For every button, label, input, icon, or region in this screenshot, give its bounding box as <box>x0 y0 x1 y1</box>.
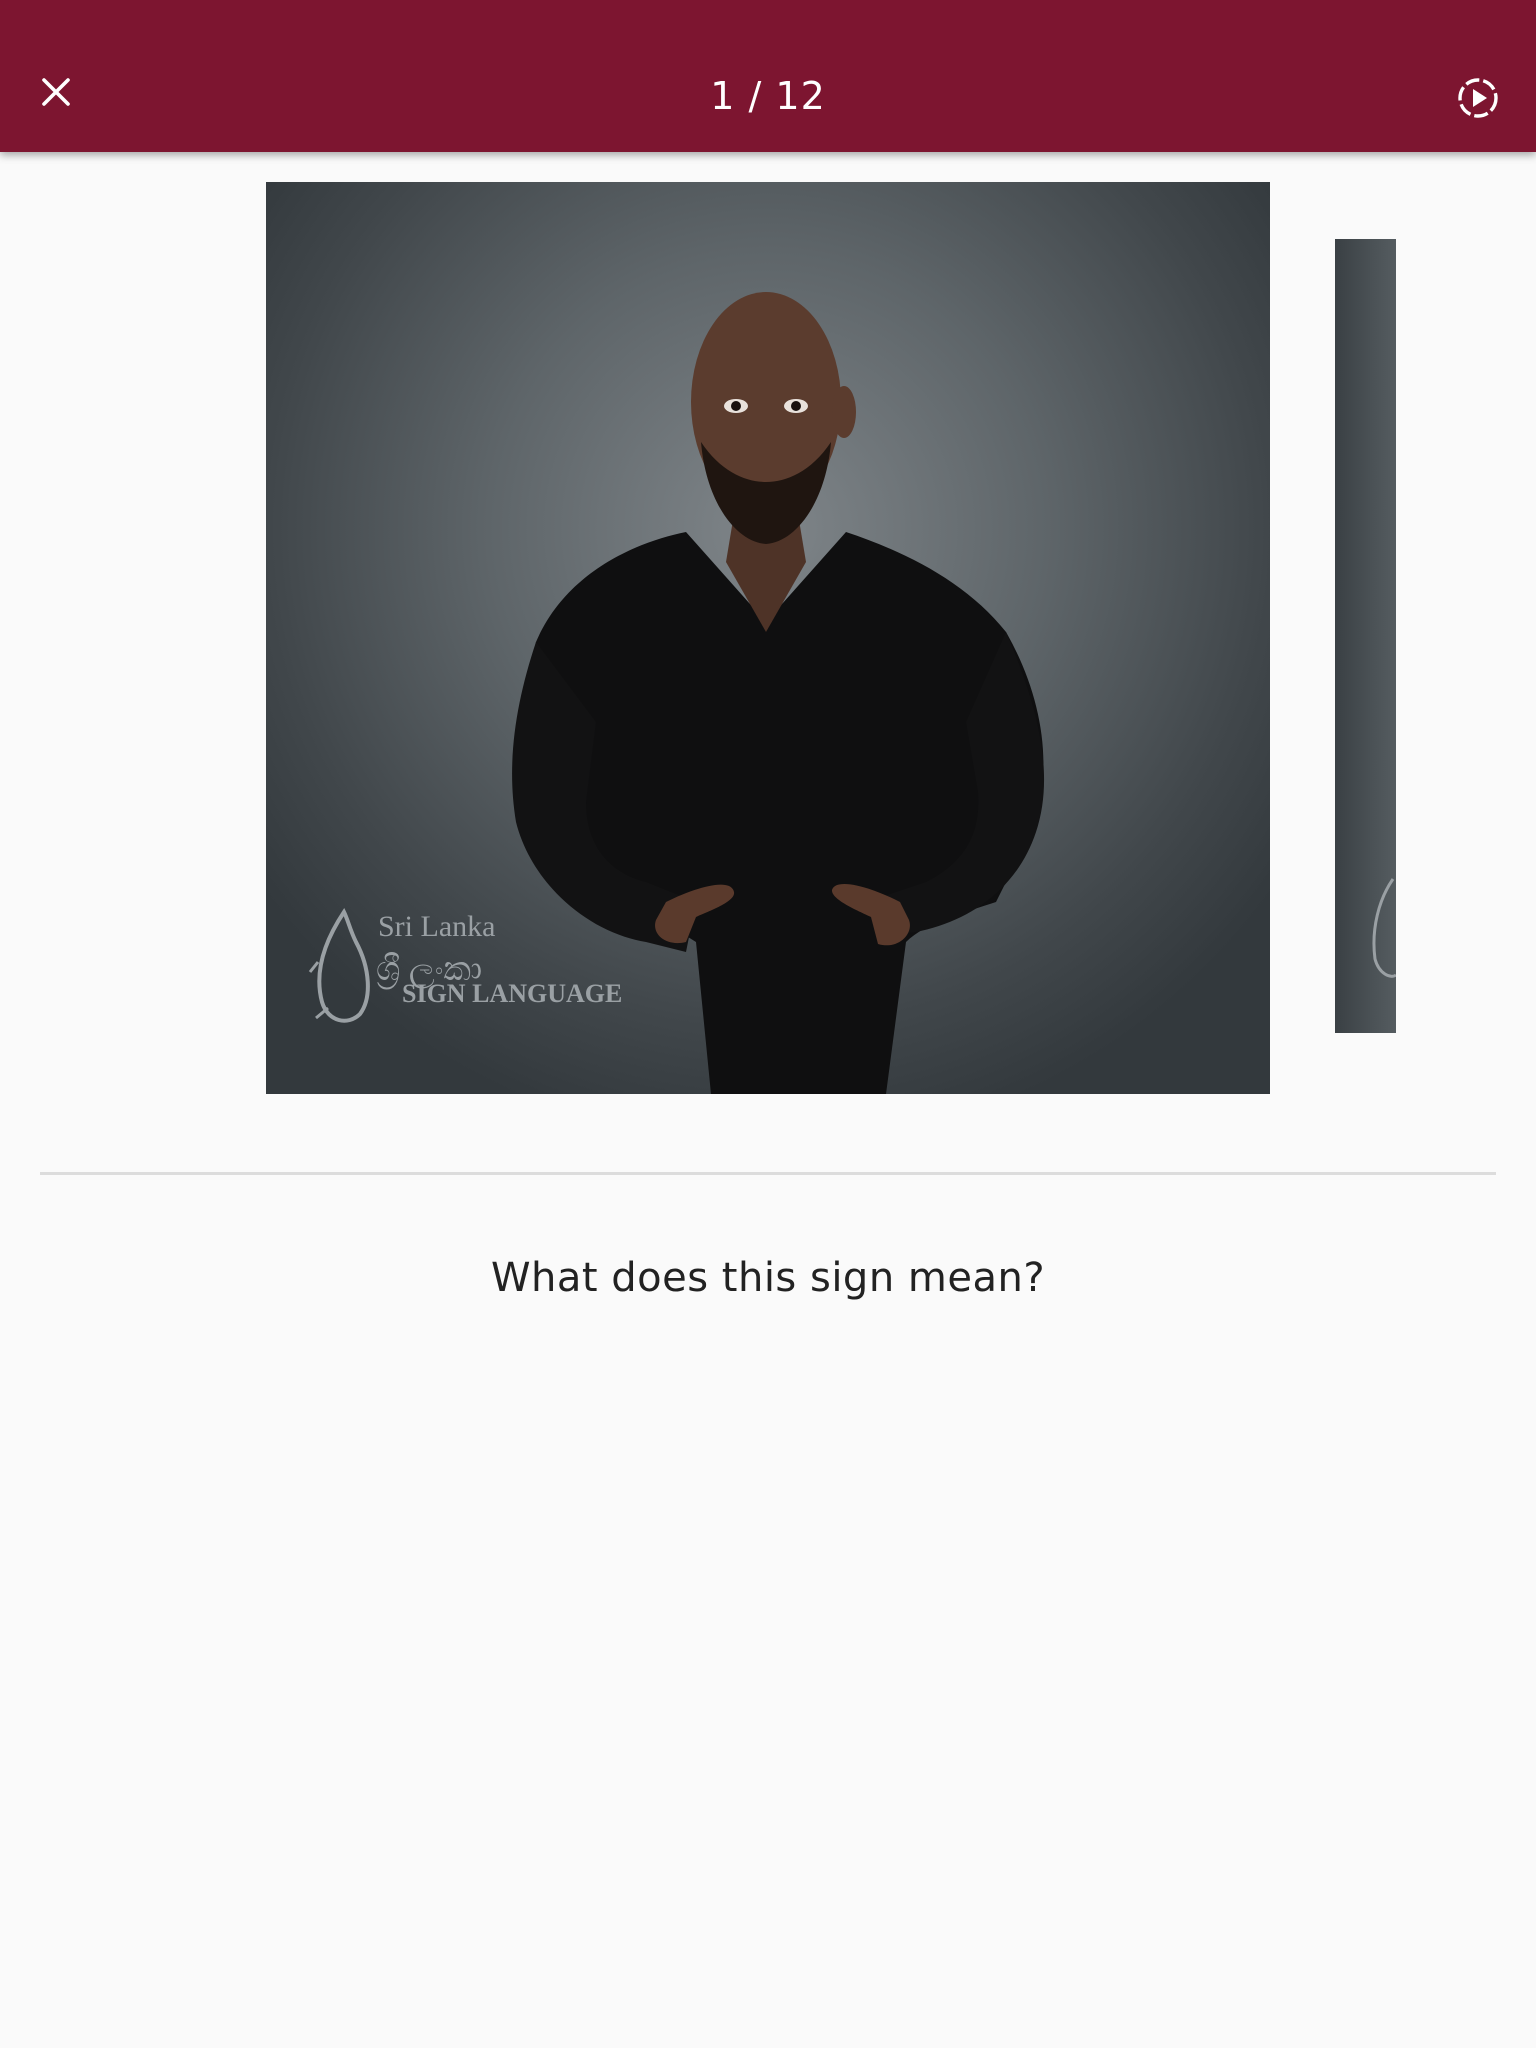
sign-video[interactable]: Sri Lanka ශ්‍රී ලංකා SIGN LANGUAGE <box>266 182 1270 1094</box>
question-text: What does this sign mean? <box>490 1255 1046 1301</box>
next-video-preview[interactable] <box>1335 239 1396 1033</box>
logo-fragment <box>1372 878 1396 978</box>
page-indicator: 1 / 12 <box>710 74 826 118</box>
watermark-line3: SIGN LANGUAGE <box>402 979 622 1008</box>
divider <box>40 1172 1496 1175</box>
watermark-text-group: Sri Lanka ශ්‍රී ලංකා SIGN LANGUAGE <box>376 910 622 1008</box>
autoplay-icon <box>1458 78 1498 118</box>
app-bar: 1 / 12 <box>0 0 1536 152</box>
watermark-line1: Sri Lanka <box>378 910 495 943</box>
autoplay-button[interactable] <box>1446 66 1510 130</box>
